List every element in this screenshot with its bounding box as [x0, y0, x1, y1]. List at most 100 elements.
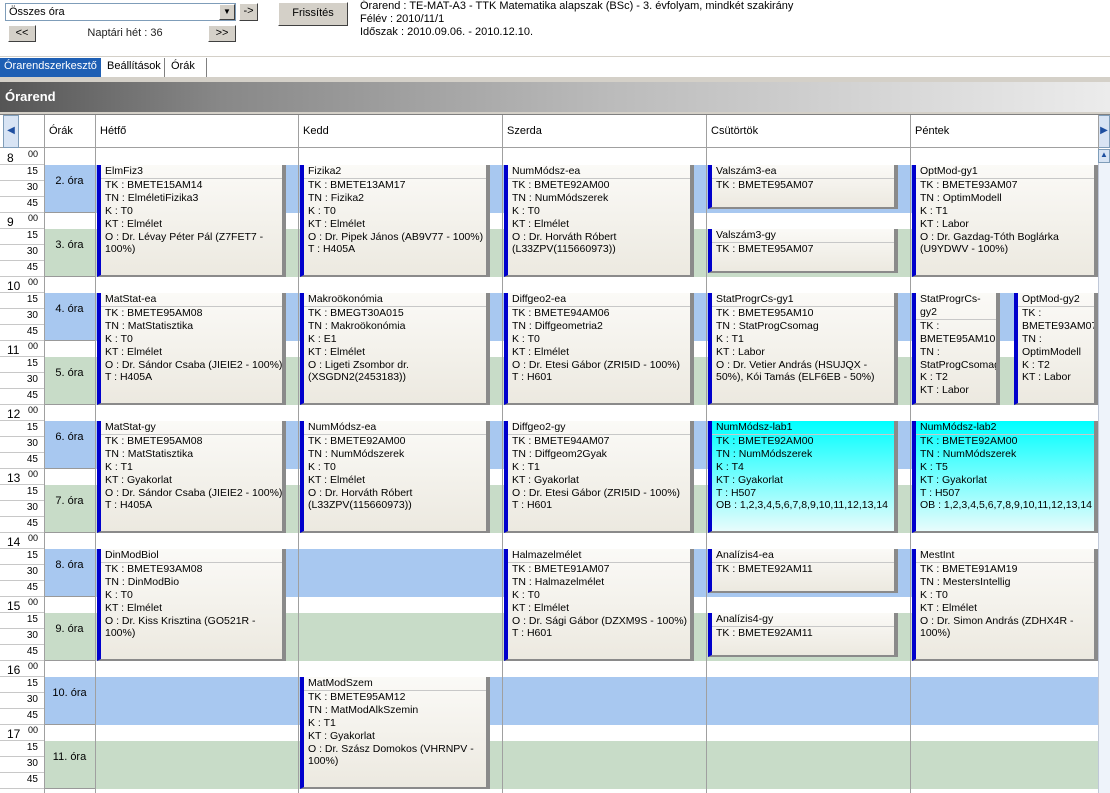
class-event-card[interactable]: MestInt TK : BMETE91AM19 TN : MestersIntel… — [912, 549, 1098, 661]
scroll-up-arrow-icon[interactable]: ▲ — [1098, 149, 1110, 163]
class-event-card[interactable]: Halmazelmélet TK : BMETE91AM07 TN : Halmaz… — [504, 549, 694, 661]
time-minute: 45 — [26, 774, 38, 785]
class-event-card[interactable]: MatStat-ea TK : BMETE95AM08 TN : MatStatis… — [97, 293, 286, 405]
class-event-card[interactable]: Makroökonómia TK : BMEGT30A015 TN : Makroö… — [300, 293, 490, 405]
hour-slot-label: 8. óra — [44, 549, 95, 597]
class-event-detail: K : T5 — [920, 460, 948, 473]
class-event-title: Valszám3-ea — [712, 165, 894, 179]
class-event-detail: OB : 1,2,3,4,5,6,7,8,9,10,11,12,13,14 — [920, 499, 1093, 512]
time-minute: 45 — [26, 646, 38, 657]
time-minute: 30 — [26, 182, 38, 193]
class-event-card[interactable]: MatStat-gy TK : BMETE95AM08 TN : MatStatis… — [97, 421, 286, 533]
class-event-detail: TN : NumMódszerek — [512, 191, 609, 204]
hour-slot-label: 5. óra — [44, 357, 95, 405]
time-label: 15 — [0, 485, 44, 501]
class-event-detail: KT : Gyakorlat — [308, 729, 375, 742]
class-event-detail: K : T0 — [105, 204, 133, 217]
class-event-detail: TN : StatProgCsomag — [716, 319, 819, 332]
class-event-card[interactable]: OptMod-gy1 TK : BMETE93AM07 TN : OptimMode… — [912, 165, 1098, 277]
class-event-detail: TK : BMETE92AM11 — [716, 626, 813, 639]
class-event-title: Fizika2 — [304, 165, 486, 179]
class-event-card[interactable]: NumMódsz-ea TK : BMETE92AM00 TN : NumMódsz… — [504, 165, 694, 277]
refresh-button[interactable]: Frissítés — [278, 2, 348, 26]
class-event-detail: K : T0 — [512, 332, 540, 345]
class-event-detail: TK : BMETE95AM10 — [920, 319, 996, 345]
time-minute: 00 — [27, 533, 38, 543]
column-header-row: ◀ Órák Hétfő Kedd Szerda Csütörtök Pénte… — [0, 115, 1110, 148]
time-label: 10 00 — [0, 277, 44, 293]
vertical-scrollbar[interactable] — [1098, 149, 1110, 793]
time-minute: 30 — [26, 566, 38, 577]
class-event-detail: KT : Elmélet — [105, 345, 162, 358]
scroll-left-arrow-icon[interactable]: ◀ — [3, 115, 19, 148]
class-event-detail: K : T2 — [1022, 358, 1050, 371]
class-event-card[interactable]: MatModSzem TK : BMETE95AM12 TN : MatModAlk… — [300, 677, 490, 789]
time-label: 45 — [0, 773, 44, 789]
time-minute: 30 — [26, 246, 38, 257]
next-week-button[interactable]: >> — [208, 25, 236, 42]
class-event-detail: O : Dr. Sági Gábor (DZXM9S - 100%) — [512, 614, 688, 627]
col-header-thursday: Csütörtök — [706, 115, 910, 148]
class-event-detail: K : T0 — [308, 204, 336, 217]
class-event-detail: O : Dr. Vetier András (HSUJQX - 50%), Kó… — [716, 358, 875, 384]
hour-band — [95, 741, 1098, 789]
tab-classes[interactable]: Órák — [167, 58, 207, 77]
class-event-card[interactable]: Analízis4-ea TK : BMETE92AM11 — [708, 549, 898, 593]
class-event-detail: KT : Elmélet — [308, 217, 365, 230]
class-event-card[interactable]: NumMódsz-ea TK : BMETE92AM00 TN : NumMódsz… — [300, 421, 490, 533]
chevron-down-icon[interactable]: ▼ — [219, 4, 235, 20]
time-label: 15 — [0, 549, 44, 565]
go-button[interactable]: -> — [239, 3, 258, 21]
class-event-detail: K : T1 — [920, 204, 948, 217]
class-event-card[interactable]: OptMod-gy2 TK : BMETE93AM07 TN : OptimMode… — [1014, 293, 1098, 405]
class-event-card[interactable]: NumMódsz-lab2 TK : BMETE92AM00 TN : NumMód… — [912, 421, 1098, 533]
class-event-card[interactable]: DinModBiol TK : BMETE93AM08 TN : DinModBio… — [97, 549, 286, 661]
class-event-title: OptMod-gy1 — [916, 165, 1094, 179]
class-event-title: DinModBiol — [101, 549, 282, 563]
class-event-title: Diffgeo2-gy — [508, 421, 690, 435]
tab-schedule-editor[interactable]: Órarendszerkesztő — [0, 58, 101, 77]
class-event-detail: TN : Fizika2 — [308, 191, 365, 204]
col-header-monday: Hétfő — [95, 115, 298, 148]
class-event-card[interactable]: Valszám3-gy TK : BMETE95AM07 — [708, 229, 898, 273]
time-minute: 45 — [26, 326, 38, 337]
filter-select[interactable]: Összes óra ▼ — [5, 3, 236, 21]
class-event-detail: TK : BMETE92AM11 — [716, 562, 813, 575]
class-event-card[interactable]: NumMódsz-lab1 TK : BMETE92AM00 TN : NumMód… — [708, 421, 898, 533]
class-event-card[interactable]: Valszám3-ea TK : BMETE95AM07 — [708, 165, 898, 209]
hour-slot-label: 11. óra — [44, 741, 95, 789]
class-event-detail: KT : Labor — [716, 345, 765, 358]
class-event-title: NumMódsz-ea — [304, 421, 486, 435]
class-event-card[interactable]: Diffgeo2-gy TK : BMETE94AM07 TN : Diffgeom… — [504, 421, 694, 533]
time-label: 30 — [0, 757, 44, 773]
tab-settings[interactable]: Beállítások — [103, 58, 165, 77]
class-event-card[interactable]: Diffgeo2-ea TK : BMETE94AM06 TN : Diffgeom… — [504, 293, 694, 405]
class-event-detail: TK : BMETE92AM00 — [308, 434, 406, 447]
time-label: 45 — [0, 325, 44, 341]
time-minute: 00 — [27, 405, 38, 415]
time-minute: 00 — [27, 341, 38, 351]
class-event-detail: O : Dr. Gazdag-Tóth Boglárka (U9YDWV - 1… — [920, 230, 1059, 256]
scroll-right-arrow-icon[interactable]: ▶ — [1098, 115, 1110, 148]
class-event-detail: T : H601 — [512, 371, 553, 384]
panel-title: Órarend — [5, 89, 56, 104]
class-event-detail: KT : Elmélet — [105, 217, 162, 230]
prev-week-button[interactable]: << — [8, 25, 36, 42]
class-event-title: MatStat-ea — [101, 293, 282, 307]
class-event-card[interactable]: StatProgrCs-gy2 TK : BMETE95AM10 TN : Stat… — [912, 293, 1000, 405]
class-event-detail: TN : Makroökonómia — [308, 319, 406, 332]
time-label: 30 — [0, 373, 44, 389]
class-event-card[interactable]: Fizika2 TK : BMETE13AM17 TN : Fizika2 K : T… — [300, 165, 490, 277]
class-event-title: NumMódsz-ea — [508, 165, 690, 179]
time-minute: 15 — [26, 294, 38, 305]
class-event-card[interactable]: StatProgrCs-gy1 TK : BMETE95AM10 TN : Stat… — [708, 293, 898, 405]
time-minute: 00 — [27, 597, 38, 607]
time-hour: 12 — [7, 407, 21, 421]
hour-slot-label: 6. óra — [44, 421, 95, 469]
class-event-detail: TN : Halmazelmélet — [512, 575, 605, 588]
class-event-detail: TN : OptimModell — [1022, 332, 1081, 358]
time-minute: 00 — [27, 725, 38, 735]
class-event-card[interactable]: ElmFiz3 TK : BMETE15AM14 TN : ElméletiFizi… — [97, 165, 286, 277]
class-event-card[interactable]: Analízis4-gy TK : BMETE92AM11 — [708, 613, 898, 657]
time-label: 30 — [0, 501, 44, 517]
